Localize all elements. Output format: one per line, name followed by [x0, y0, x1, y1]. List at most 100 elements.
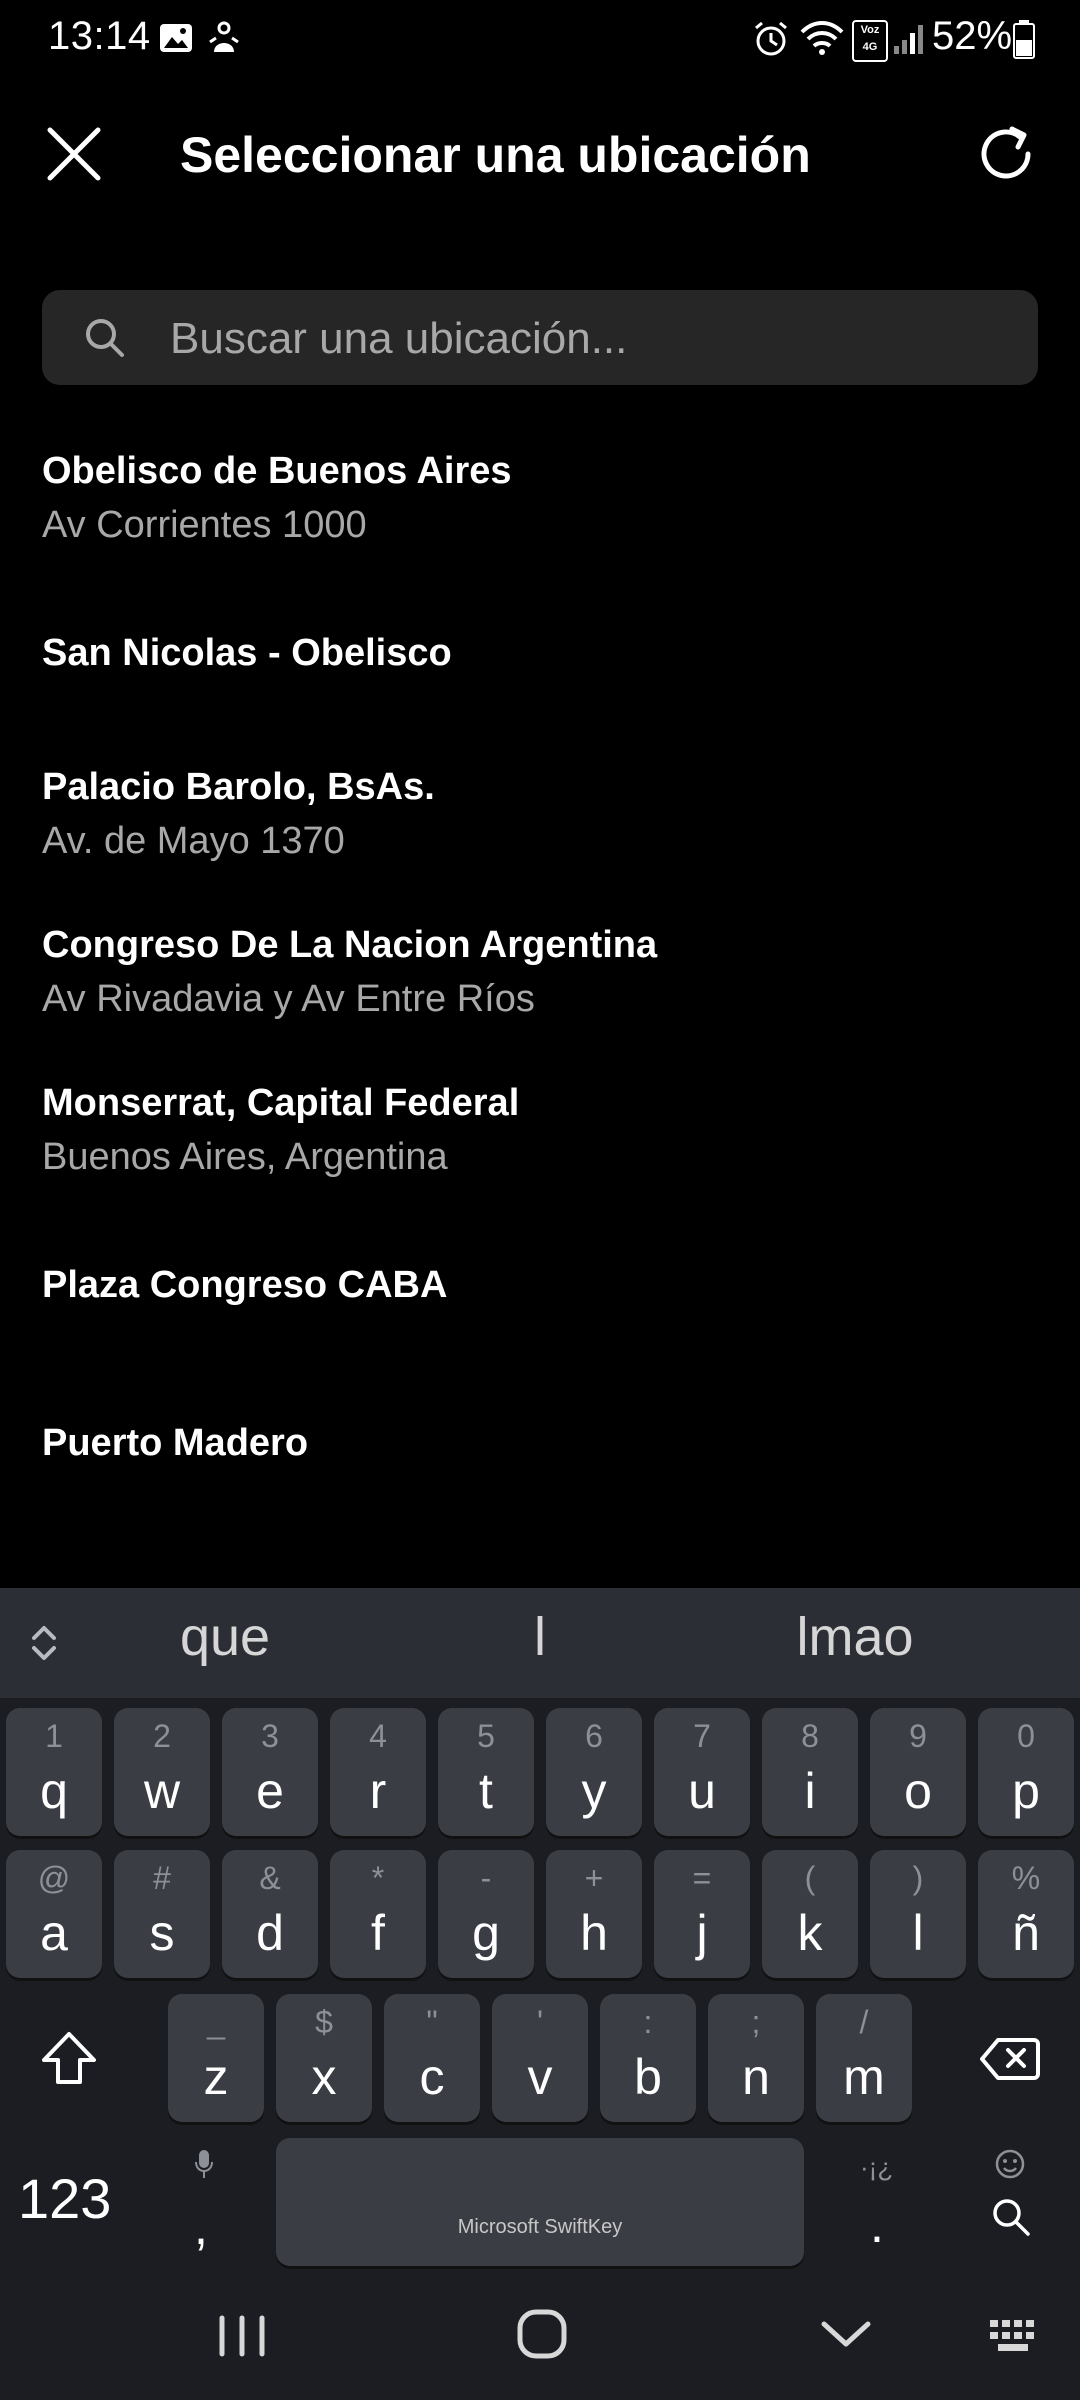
home-icon[interactable] [512, 2304, 572, 2364]
key-label: z [203, 2049, 229, 2105]
key-label: v [527, 2049, 553, 2105]
comma-key[interactable]: , [180, 2148, 228, 2268]
key-label: k [797, 1905, 823, 1961]
key-p[interactable]: 0p [978, 1708, 1074, 1836]
key-e[interactable]: 3e [222, 1708, 318, 1836]
key-hint: 7 [693, 1718, 711, 1754]
key-a[interactable]: @ a [6, 1850, 102, 1978]
key-r[interactable]: 4r [330, 1708, 426, 1836]
status-bar: 13:14 Voz 4G 52% [0, 0, 1080, 80]
key-label: b [634, 2049, 662, 2105]
key-label: ñ [1012, 1905, 1040, 1961]
key-h[interactable]: + h [546, 1850, 642, 1978]
key-label: f [371, 1905, 385, 1961]
suggestion-2[interactable]: l [440, 1606, 640, 1668]
expand-toolbar-icon[interactable] [26, 1620, 62, 1666]
key-v[interactable]: ' v [492, 1994, 588, 2122]
backspace-icon[interactable] [980, 2036, 1040, 2082]
key-o[interactable]: 9o [870, 1708, 966, 1836]
key-hint: 4 [369, 1718, 387, 1754]
keyboard-brand-label: Microsoft SwiftKey [457, 2216, 623, 2238]
key-hint: ; [751, 2004, 761, 2040]
key-label: q [40, 1763, 68, 1819]
emoji-icon [995, 2149, 1025, 2179]
refresh-icon[interactable] [974, 122, 1038, 186]
key-label: l [912, 1905, 924, 1961]
key-hint: 2 [153, 1718, 171, 1754]
key-x[interactable]: $ x [276, 1994, 372, 2122]
location-name: Obelisco de Buenos Aires [42, 450, 512, 492]
space-bar[interactable]: Microsoft SwiftKey [276, 2138, 804, 2266]
alarm-icon [755, 21, 787, 56]
key-hint: 0 [1017, 1718, 1035, 1754]
list-item[interactable]: Palacio Barolo, BsAs. Av. de Mayo 1370 [0, 756, 1080, 906]
numbers-key[interactable]: 123 [18, 2166, 111, 2231]
key-f[interactable]: * f [330, 1850, 426, 1978]
key-label: r [369, 1763, 387, 1819]
gallery-icon [160, 24, 192, 52]
key-hint: ) [912, 1860, 924, 1896]
search-bar[interactable] [42, 290, 1038, 387]
key-y[interactable]: 6y [546, 1708, 642, 1836]
chevron-down-icon[interactable] [818, 2310, 874, 2358]
key-g[interactable]: -g [438, 1850, 534, 1978]
key-n[interactable]: ; n [708, 1994, 804, 2122]
navigation-bar [0, 2278, 1080, 2400]
key-hint: / [859, 2004, 869, 2040]
key-u[interactable]: 7u [654, 1708, 750, 1836]
key-hint: & [259, 1860, 281, 1896]
key-j[interactable]: = j [654, 1850, 750, 1978]
mic-icon [195, 2150, 213, 2178]
key-b[interactable]: :b [600, 1994, 696, 2122]
list-item[interactable]: Puerto Madero [0, 1400, 1080, 1550]
key-ñ[interactable]: % ñ [978, 1850, 1074, 1978]
key-label: e [256, 1763, 284, 1819]
key-z[interactable]: _ z [168, 1994, 264, 2122]
key-label: n [742, 2049, 770, 2105]
list-item[interactable]: Plaza Congreso CABA [0, 1242, 1080, 1392]
key-label: c [419, 2049, 445, 2105]
close-icon[interactable] [44, 124, 104, 184]
key-hint: 5 [477, 1718, 495, 1754]
key-hint: 3 [261, 1718, 279, 1754]
key-m[interactable]: / m [816, 1994, 912, 2122]
key-l[interactable]: ) l [870, 1850, 966, 1978]
battery-percent: 52% [932, 14, 1013, 58]
period-key[interactable]: ·¡¿ . [852, 2148, 902, 2268]
key-t[interactable]: 5t [438, 1708, 534, 1836]
suggestion-1[interactable]: que [120, 1606, 330, 1668]
key-hint: 6 [585, 1718, 603, 1754]
key-s[interactable]: # s [114, 1850, 210, 1978]
status-time: 13:14 [48, 14, 151, 58]
list-item[interactable]: Congreso De La Nacion Argentina Av Rivad… [0, 914, 1080, 1064]
key-w[interactable]: 2w [114, 1708, 210, 1836]
key-hint: - [480, 1860, 492, 1896]
key-i[interactable]: 8i [762, 1708, 858, 1836]
recent-apps-icon[interactable] [212, 2308, 272, 2364]
location-address: Av Corrientes 1000 [42, 504, 367, 546]
key-label: x [311, 2049, 337, 2105]
suggestion-3[interactable]: lmao [740, 1606, 970, 1668]
key-hint: % [1011, 1860, 1041, 1896]
key-c[interactable]: " c [384, 1994, 480, 2122]
key-d[interactable]: & d [222, 1850, 318, 1978]
key-hint: # [153, 1860, 171, 1896]
key-label: p [1012, 1763, 1040, 1819]
key-label: s [149, 1905, 175, 1961]
list-item[interactable]: Monserrat, Capital Federal Buenos Aires,… [0, 1072, 1080, 1222]
keyboard-icon[interactable] [988, 2318, 1044, 2354]
shift-icon[interactable] [38, 2028, 100, 2090]
list-item[interactable]: Obelisco de Buenos Aires Av Corrientes 1… [0, 440, 1080, 590]
battery-icon [1013, 20, 1035, 59]
key-q[interactable]: 1q [6, 1708, 102, 1836]
key-label: d [256, 1905, 284, 1961]
key-k[interactable]: (k [762, 1850, 858, 1978]
key-hint: 9 [909, 1718, 927, 1754]
key-label: a [40, 1905, 68, 1961]
emoji-search-key[interactable] [980, 2148, 1040, 2268]
location-name: Palacio Barolo, BsAs. [42, 766, 435, 808]
search-input[interactable] [168, 290, 1022, 387]
key-label: m [843, 2049, 885, 2105]
header: Seleccionar una ubicación [0, 100, 1080, 210]
list-item[interactable]: San Nicolas - Obelisco [0, 610, 1080, 760]
